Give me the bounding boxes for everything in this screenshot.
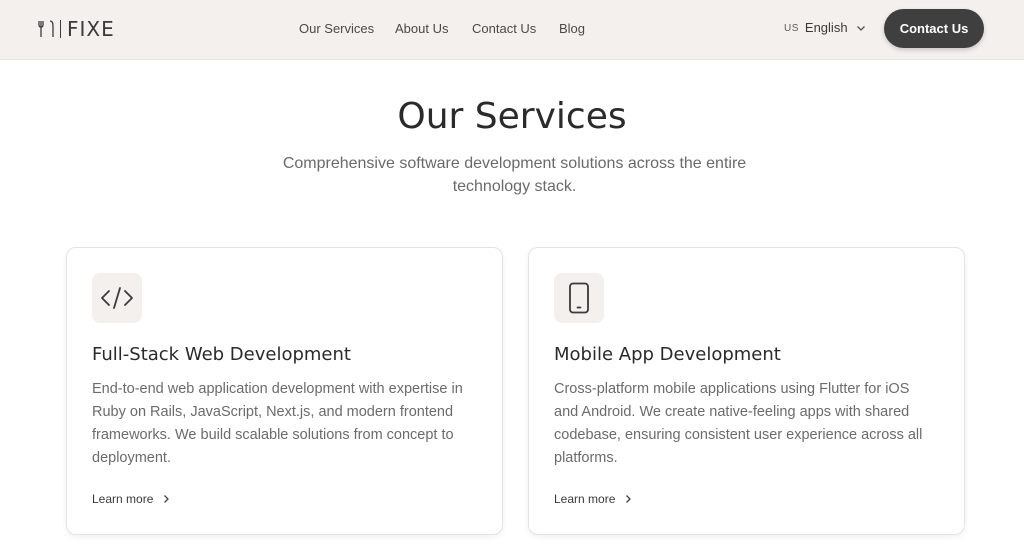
language-code: US	[784, 23, 799, 34]
top-nav: FIXE Our Services About Us Contact Us Bl…	[0, 0, 1024, 60]
page-subtitle: Comprehensive software development solut…	[282, 155, 747, 195]
nav-link-contact-us[interactable]: Contact Us	[472, 21, 536, 36]
smartphone-icon	[569, 282, 589, 314]
learn-more-label: Learn more	[92, 492, 154, 506]
nav-link-blog[interactable]: Blog	[559, 21, 585, 36]
service-description: Cross-platform mobile applications using…	[554, 381, 923, 466]
language-selector[interactable]: US English	[784, 20, 866, 35]
chevron-down-icon	[856, 25, 865, 31]
page-title: Our Services	[397, 96, 627, 137]
logo-divider	[60, 20, 61, 38]
wrench-icon	[38, 20, 54, 37]
learn-more-link[interactable]: Learn more	[92, 492, 171, 506]
learn-more-link[interactable]: Learn more	[554, 492, 633, 506]
contact-us-button[interactable]: Contact Us	[884, 9, 984, 48]
service-icon-box	[92, 273, 142, 323]
logo-text: FIXE	[67, 17, 115, 41]
service-icon-box	[554, 273, 604, 323]
language-label: English	[804, 20, 848, 35]
chevron-right-icon	[164, 495, 170, 503]
chevron-right-icon	[626, 495, 632, 503]
code-icon	[101, 287, 133, 309]
nav-link-about-us[interactable]: About Us	[395, 21, 448, 36]
learn-more-label: Learn more	[554, 492, 616, 506]
service-description: End-to-end web application development w…	[92, 381, 463, 466]
service-card-mobile: Mobile App Development Cross-platform mo…	[528, 247, 965, 535]
logo[interactable]: FIXE	[38, 17, 115, 41]
service-title: Mobile App Development	[554, 344, 781, 365]
service-title: Full-Stack Web Development	[92, 344, 351, 365]
service-card-web: Full-Stack Web Development End-to-end we…	[66, 247, 503, 535]
nav-link-our-services[interactable]: Our Services	[299, 21, 374, 36]
